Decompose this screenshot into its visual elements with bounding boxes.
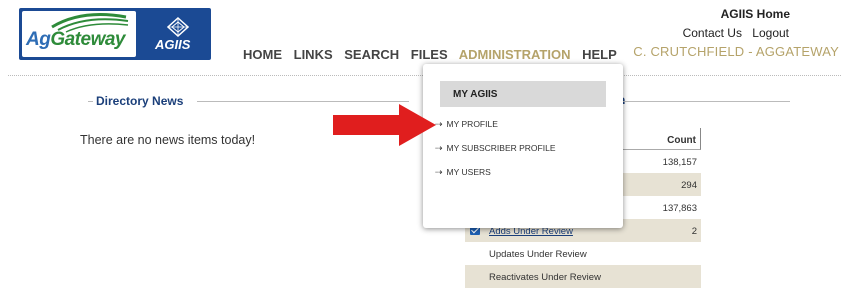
agiis-home-link[interactable]: AGIIS Home bbox=[721, 7, 790, 21]
row-count: 137,863 bbox=[662, 203, 697, 214]
news-message: There are no news items today! bbox=[80, 133, 256, 147]
menu-item-my-users[interactable]: ⇢ MY USERS bbox=[435, 167, 491, 178]
fieldset-border bbox=[197, 101, 409, 102]
table-row: Updates Under Review bbox=[465, 242, 701, 265]
table-row: Reactivates Under Review bbox=[465, 265, 701, 288]
menu-item-label: MY USERS bbox=[446, 167, 491, 177]
nav-search[interactable]: SEARCH bbox=[344, 47, 399, 62]
nav-home[interactable]: HOME bbox=[243, 47, 282, 62]
menu-item-my-profile[interactable]: ⇢ MY PROFILE bbox=[435, 119, 498, 130]
dashed-arrow-icon: ⇢ bbox=[435, 167, 443, 177]
row-count: 2 bbox=[691, 226, 697, 237]
user-label[interactable]: C. CRUTCHFIELD - AGGATEWAY bbox=[633, 44, 839, 59]
red-arrow-icon bbox=[333, 104, 436, 146]
contact-us-link[interactable]: Contact Us bbox=[683, 26, 742, 40]
dropdown-header: MY AGIIS bbox=[440, 81, 606, 107]
nav-links[interactable]: LINKS bbox=[294, 47, 333, 62]
count-column-header: Count bbox=[667, 135, 696, 146]
fieldset-border bbox=[88, 101, 93, 102]
menu-item-label: MY SUBSCRIBER PROFILE bbox=[446, 143, 556, 153]
menu-item-my-subscriber-profile[interactable]: ⇢ MY SUBSCRIBER PROFILE bbox=[435, 143, 556, 154]
menu-item-label: MY PROFILE bbox=[446, 119, 498, 129]
row-count: 138,157 bbox=[662, 157, 697, 168]
nav-help[interactable]: HELP bbox=[582, 47, 617, 62]
agiis-logo-text: AGIIS bbox=[155, 37, 191, 52]
aggateway-logo: AgGateway bbox=[22, 11, 136, 57]
nav-administration[interactable]: ADMINISTRATION bbox=[459, 47, 571, 62]
administration-dropdown: MY AGIIS ⇢ MY PROFILE ⇢ MY SUBSCRIBER PROF… bbox=[423, 64, 623, 228]
nav-files[interactable]: FILES bbox=[411, 47, 448, 62]
aggateway-agiis-logo[interactable]: AgGateway AGIIS bbox=[19, 8, 211, 60]
reactivates-under-review-label: Reactivates Under Review bbox=[489, 272, 601, 283]
directory-news-title: Directory News bbox=[96, 94, 184, 108]
fieldset-border bbox=[622, 101, 790, 102]
logo-wordmark: AgGateway bbox=[26, 29, 125, 51]
top-links: Contact Us Logout bbox=[676, 26, 789, 40]
page: AgGateway AGIIS AGIIS Home Contact Us Lo… bbox=[0, 0, 849, 288]
main-nav: HOME LINKS SEARCH FILES ADMINISTRATION H… bbox=[243, 47, 625, 62]
row-count: 294 bbox=[681, 180, 697, 191]
updates-under-review-label: Updates Under Review bbox=[489, 249, 587, 260]
logo-gateway-text: Gateway bbox=[50, 29, 125, 50]
logo-ag-text: Ag bbox=[26, 29, 51, 50]
agiis-diamond-icon bbox=[167, 17, 189, 37]
logout-link[interactable]: Logout bbox=[752, 26, 789, 40]
